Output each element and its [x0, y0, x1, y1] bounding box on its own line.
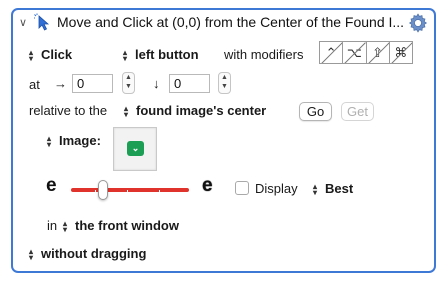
- mouse-button-popup[interactable]: ▴ ▾ left button: [123, 47, 199, 62]
- slider-tick: [159, 190, 160, 195]
- image-source-popup[interactable]: ▴ ▾ Image:: [47, 133, 101, 148]
- slider-tick: [95, 190, 96, 195]
- y-stepper[interactable]: ▲ ▼: [218, 72, 231, 94]
- click-type-value: Click: [41, 47, 73, 62]
- gear-icon[interactable]: [408, 13, 428, 33]
- action-panel: ∨ Move and Click at (0,0) from the Cente…: [11, 8, 436, 273]
- display-checkbox[interactable]: [235, 181, 249, 195]
- cursor-click-icon: [34, 13, 52, 31]
- with-modifiers-label: with modifiers: [224, 47, 304, 62]
- fuzz-slider-track[interactable]: [71, 188, 189, 192]
- x-stepper[interactable]: ▲ ▼: [122, 72, 135, 94]
- image-well[interactable]: ⌄: [113, 127, 157, 171]
- mouse-button-value: left button: [135, 47, 199, 62]
- y-coordinate-field[interactable]: [169, 74, 210, 93]
- collapse-toggle[interactable]: ∨: [19, 16, 27, 29]
- down-arrow-icon: ↓: [153, 76, 160, 91]
- drag-mode-value: without dragging: [41, 246, 147, 261]
- popup-arrows-icon: ▴ ▾: [124, 103, 129, 119]
- display-mode-popup[interactable]: ▴ ▾ Best: [313, 181, 353, 196]
- go-button[interactable]: Go: [299, 102, 332, 121]
- slider-tick: [127, 190, 128, 195]
- display-mode-value: Best: [325, 181, 354, 196]
- window-target-popup[interactable]: ▴ ▾ the front window: [63, 218, 179, 233]
- at-label: at: [29, 77, 40, 92]
- modifier-keys: ⌃ ⌥ ⇧ ⌘: [319, 41, 413, 64]
- fuzz-high-label: e: [202, 175, 213, 196]
- popup-arrows-icon: ▴ ▾: [29, 47, 34, 63]
- popup-arrows-icon: ▴ ▾: [313, 181, 318, 197]
- drag-mode-popup[interactable]: ▴ ▾ without dragging: [29, 246, 146, 261]
- command-modifier-button[interactable]: ⌘: [390, 42, 412, 63]
- get-button: Get: [341, 102, 374, 121]
- image-chip-icon: ⌄: [127, 141, 144, 156]
- popup-arrows-icon: ▴ ▾: [63, 218, 68, 234]
- relative-target-popup[interactable]: ▴ ▾ found image's center: [124, 103, 266, 118]
- option-modifier-button[interactable]: ⌥: [343, 42, 367, 63]
- image-source-value: Image:: [59, 133, 101, 148]
- right-arrow-icon: →: [54, 76, 67, 91]
- relative-to-label: relative to the: [29, 103, 108, 118]
- fuzz-slider-thumb[interactable]: [98, 180, 108, 200]
- x-coordinate-field[interactable]: [72, 74, 113, 93]
- window-target-value: the front window: [75, 218, 179, 233]
- popup-arrows-icon: ▴ ▾: [29, 246, 34, 262]
- popup-arrows-icon: ▴ ▾: [47, 133, 52, 149]
- relative-target-value: found image's center: [136, 103, 267, 118]
- shift-modifier-button[interactable]: ⇧: [367, 42, 390, 63]
- click-type-popup[interactable]: ▴ ▾ Click: [29, 47, 72, 62]
- display-label: Display: [255, 181, 298, 196]
- popup-arrows-icon: ▴ ▾: [123, 47, 128, 63]
- action-title: Move and Click at (0,0) from the Center …: [57, 14, 405, 30]
- fuzz-low-label: e: [46, 175, 57, 196]
- in-label: in: [47, 218, 58, 233]
- control-modifier-button[interactable]: ⌃: [320, 42, 344, 63]
